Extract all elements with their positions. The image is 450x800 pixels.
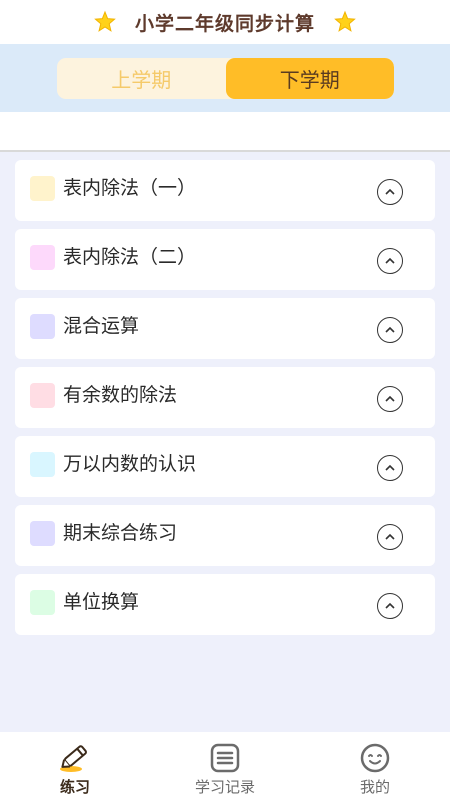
unit-color-swatch (30, 245, 55, 270)
bottom-tab-bar: 练习 学习记录 我的 (0, 732, 450, 800)
unit-color-swatch (30, 452, 55, 477)
unit-card[interactable]: 期末综合练习 (15, 505, 435, 566)
unit-card[interactable]: 万以内数的认识 (15, 436, 435, 497)
unit-color-swatch (30, 383, 55, 408)
chevron-up-circle-icon[interactable] (377, 386, 403, 412)
star-icon (334, 10, 356, 32)
unit-card[interactable]: 混合运算 (15, 298, 435, 359)
page-title: 小学二年级同步计算 (134, 12, 315, 35)
unit-card[interactable]: 单位换算 (15, 574, 435, 635)
chevron-up-circle-icon[interactable] (377, 317, 403, 343)
tab-label: 练习 (59, 778, 90, 796)
smile-face-icon (360, 743, 390, 773)
star-icon (94, 10, 116, 32)
record-list-icon (210, 743, 240, 773)
tab-first-term[interactable]: 上学期 (57, 58, 226, 99)
term-switch-bar: 上学期 下学期 (0, 44, 450, 112)
tab-practice[interactable]: 练习 (0, 732, 150, 800)
chevron-up-circle-icon[interactable] (377, 524, 403, 550)
unit-label: 表内除法（一） (63, 177, 197, 199)
term-toggle: 上学期 下学期 (57, 58, 394, 99)
tab-label: 我的 (359, 778, 390, 796)
chevron-up-circle-icon[interactable] (377, 179, 403, 205)
pencil-icon (60, 745, 87, 772)
header-divider (0, 112, 450, 152)
unit-card[interactable]: 表内除法（一） (15, 160, 435, 221)
unit-list: 表内除法（一） 表内除法（二） 混合运算 有余数的除法 万以内数的认识 期末综合 (15, 160, 435, 643)
chevron-up-circle-icon[interactable] (377, 455, 403, 481)
unit-card[interactable]: 表内除法（二） (15, 229, 435, 290)
unit-label: 表内除法（二） (63, 246, 197, 268)
tab-second-term[interactable]: 下学期 (225, 58, 394, 99)
unit-label: 有余数的除法 (63, 384, 178, 406)
unit-card[interactable]: 有余数的除法 (15, 367, 435, 428)
tab-mine[interactable]: 我的 (300, 732, 450, 800)
unit-color-swatch (30, 521, 55, 546)
unit-label: 万以内数的认识 (63, 453, 197, 475)
chevron-up-circle-icon[interactable] (377, 248, 403, 274)
chevron-up-circle-icon[interactable] (377, 593, 403, 619)
unit-color-swatch (30, 176, 55, 201)
tab-study-record[interactable]: 学习记录 (150, 732, 300, 800)
unit-label: 单位换算 (63, 591, 140, 613)
tab-label: 学习记录 (194, 778, 255, 796)
unit-label: 期末综合练习 (63, 522, 178, 544)
app-header: 小学二年级同步计算 (0, 0, 450, 44)
unit-color-swatch (30, 314, 55, 339)
unit-color-swatch (30, 590, 55, 615)
unit-label: 混合运算 (63, 315, 140, 337)
